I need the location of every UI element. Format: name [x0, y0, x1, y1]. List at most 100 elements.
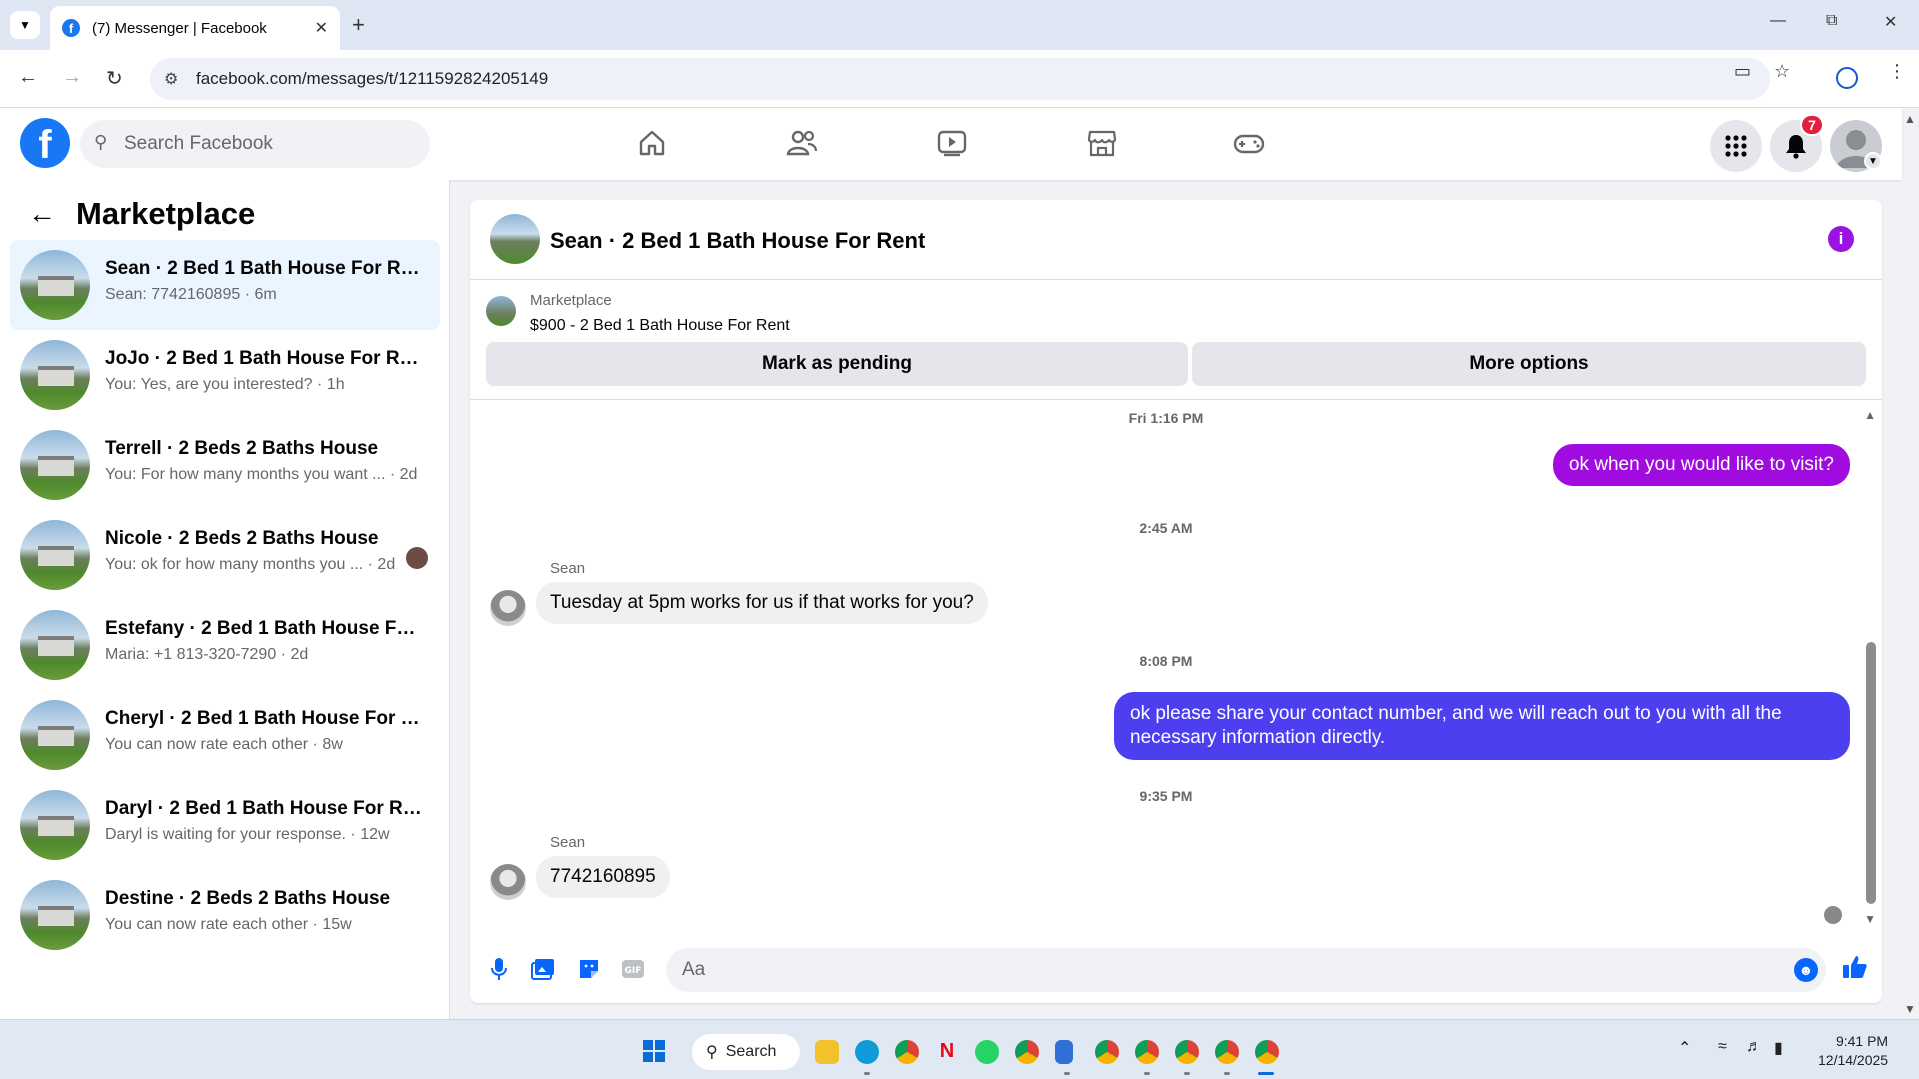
url-text: facebook.com/messages/t/1211592824205149 [196, 69, 549, 88]
marketplace-icon[interactable] [1085, 126, 1119, 160]
page-scroll-up-icon[interactable]: ▲ [1904, 112, 1916, 126]
browser-menu-icon[interactable]: ⋮ [1888, 61, 1906, 82]
conversation-preview: You can now rate each other · 15w [105, 916, 352, 933]
message-input[interactable]: Aa [666, 948, 1826, 992]
taskbar-search-button[interactable]: ⚲ Search [692, 1034, 800, 1070]
listing-thumbnail[interactable] [486, 296, 516, 326]
close-window-icon[interactable]: ✕ [1884, 12, 1897, 32]
listing-price[interactable]: $900 - 2 Bed 1 Bath House For Rent [530, 317, 790, 335]
sticker-icon[interactable] [576, 956, 602, 982]
listing-avatar [20, 250, 90, 320]
minimize-icon[interactable]: — [1770, 12, 1786, 30]
battery-icon[interactable]: ▮ [1774, 1038, 1783, 1058]
more-options-button[interactable]: More options [1192, 342, 1866, 386]
tray-chevron-icon[interactable]: ⌃ [1678, 1038, 1691, 1058]
menu-grid-icon[interactable] [1710, 120, 1762, 172]
browser-tab-bar: ▼ f (7) Messenger | Facebook ✕ + — ⧉ ✕ [0, 0, 1919, 50]
notepad-icon[interactable] [1055, 1040, 1073, 1064]
chrome-icon[interactable] [895, 1040, 919, 1064]
gif-icon[interactable]: GIF [620, 956, 646, 982]
page-scroll-down-icon[interactable]: ▼ [1904, 1002, 1916, 1016]
sender-avatar[interactable] [490, 590, 526, 626]
edge-browser-icon[interactable] [855, 1040, 879, 1064]
chrome-profile-icon[interactable] [1215, 1040, 1239, 1064]
whatsapp-icon[interactable] [975, 1040, 999, 1064]
sender-avatar[interactable] [490, 864, 526, 900]
chrome-profile-icon[interactable] [1175, 1040, 1199, 1064]
netflix-icon[interactable]: N [935, 1040, 959, 1064]
sidebar-header: ← Marketplace [28, 196, 255, 232]
back-icon[interactable]: ← [18, 66, 38, 89]
conversation-preview: Daryl is waiting for your response. · 12… [105, 826, 390, 843]
running-indicator [1064, 1072, 1070, 1075]
forward-icon[interactable]: → [62, 66, 82, 89]
video-icon[interactable] [935, 126, 969, 160]
friends-icon[interactable] [785, 126, 819, 160]
scroll-up-arrow-icon[interactable]: ▲ [1864, 408, 1876, 422]
info-icon[interactable]: i [1828, 226, 1854, 252]
chrome-active-icon[interactable] [1255, 1040, 1279, 1064]
chrome-profile-icon[interactable] [1095, 1040, 1119, 1064]
browser-tab[interactable]: f (7) Messenger | Facebook ✕ [50, 6, 340, 50]
gaming-icon[interactable] [1232, 126, 1266, 160]
incoming-message[interactable]: 7742160895 [536, 856, 670, 898]
system-clock[interactable]: 9:41 PM 12/14/2025 [1818, 1032, 1888, 1070]
listing-banner: Marketplace $900 - 2 Bed 1 Bath House Fo… [470, 280, 1882, 400]
clock-date: 12/14/2025 [1818, 1052, 1889, 1068]
thumbs-up-icon[interactable] [1842, 954, 1868, 987]
back-arrow-icon[interactable]: ← [28, 198, 56, 230]
windows-start-icon[interactable] [643, 1040, 665, 1062]
conversation-name: Estefany · 2 Bed 1 Bath House For ... [105, 618, 425, 639]
conversation-preview: Sean: 7742160895 · 6m [105, 286, 277, 303]
outgoing-message[interactable]: ok please share your contact number, and… [1114, 692, 1850, 760]
chat-title[interactable]: Sean · 2 Bed 1 Bath House For Rent [550, 228, 925, 254]
conversation-item[interactable]: Destine · 2 Beds 2 Baths House You can n… [10, 870, 440, 960]
photo-icon[interactable] [530, 956, 556, 982]
listing-avatar [20, 430, 90, 500]
facebook-search-input[interactable]: ⚲ Search Facebook [80, 120, 430, 168]
conversation-item[interactable]: Nicole · 2 Beds 2 Baths House You: ok fo… [10, 510, 440, 600]
conversation-item[interactable]: Terrell · 2 Beds 2 Baths House You: For … [10, 420, 440, 510]
account-chevron-icon[interactable]: ▼ [1864, 152, 1882, 170]
chrome-profile-icon[interactable] [1135, 1040, 1159, 1064]
url-input[interactable]: ⚙ facebook.com/messages/t/12115928242051… [150, 58, 1770, 100]
chrome-profile-icon[interactable] [1015, 1040, 1039, 1064]
listing-avatar [20, 880, 90, 950]
active-indicator [1258, 1072, 1274, 1075]
restore-icon[interactable]: ⧉ [1826, 12, 1837, 30]
chat-scrollbar-thumb[interactable] [1866, 642, 1876, 904]
browser-profile-icon[interactable] [1836, 67, 1858, 89]
emoji-icon[interactable]: ☻ [1794, 958, 1818, 982]
conversation-item[interactable]: Cheryl · 2 Bed 1 Bath House For Re... Yo… [10, 690, 440, 780]
install-app-icon[interactable]: ▭ [1734, 61, 1751, 82]
conversation-preview: Maria: +1 813-320-7290 · 2d [105, 646, 309, 663]
tab-title: (7) Messenger | Facebook [92, 19, 267, 37]
home-icon[interactable] [635, 126, 669, 160]
bookmark-star-icon[interactable]: ☆ [1774, 61, 1790, 82]
chat-avatar[interactable] [490, 214, 540, 264]
conversation-preview: You: For how many months you want ... · … [105, 466, 418, 483]
site-info-icon[interactable]: ⚙ [164, 69, 178, 89]
listing-avatar [20, 340, 90, 410]
sidebar-title: Marketplace [76, 196, 256, 231]
volume-icon[interactable]: ♬ [1746, 1038, 1762, 1056]
conversation-item[interactable]: JoJo · 2 Bed 1 Bath House For Rent You: … [10, 330, 440, 420]
reload-icon[interactable]: ↻ [106, 66, 123, 91]
mark-as-pending-button[interactable]: Mark as pending [486, 342, 1188, 386]
close-tab-icon[interactable]: ✕ [315, 18, 328, 38]
conversation-item[interactable]: Estefany · 2 Bed 1 Bath House For ... Ma… [10, 600, 440, 690]
scroll-down-arrow-icon[interactable]: ▼ [1864, 912, 1876, 926]
message-timestamp: Fri 1:16 PM [1128, 410, 1204, 426]
file-explorer-icon[interactable] [815, 1040, 839, 1064]
seen-receipt-avatar [1824, 906, 1842, 924]
incoming-message[interactable]: Tuesday at 5pm works for us if that work… [536, 582, 988, 624]
conversation-item[interactable]: Sean · 2 Bed 1 Bath House For Rent Sean:… [10, 240, 440, 330]
microphone-icon[interactable] [486, 956, 512, 982]
message-timestamp: 2:45 AM [1139, 520, 1193, 536]
facebook-logo-icon[interactable]: f [20, 118, 70, 168]
new-tab-button[interactable]: + [352, 12, 365, 38]
conversation-item[interactable]: Daryl · 2 Bed 1 Bath House For Rent Dary… [10, 780, 440, 870]
tab-search-button[interactable]: ▼ [10, 11, 40, 39]
wifi-icon[interactable]: ≈ [1718, 1038, 1727, 1056]
outgoing-message[interactable]: ok when you would like to visit? [1552, 444, 1850, 486]
